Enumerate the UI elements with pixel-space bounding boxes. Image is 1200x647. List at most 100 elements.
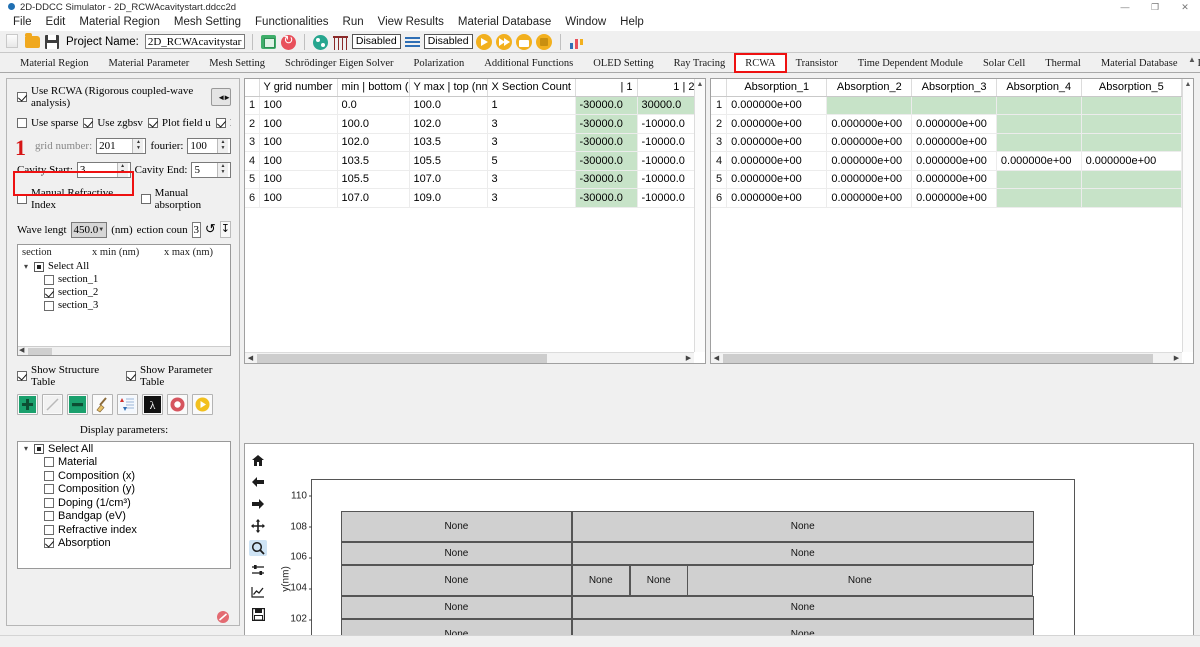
- menu-mesh-setting[interactable]: Mesh Setting: [167, 14, 248, 31]
- cell-bound-1-2[interactable]: -10000.0: [637, 151, 694, 171]
- cell-absorption-2[interactable]: 0.000000e+00: [826, 188, 913, 208]
- section-1-checkbox[interactable]: [44, 274, 54, 285]
- menu-run[interactable]: Run: [336, 14, 371, 31]
- tab-material-region[interactable]: Material Region: [10, 54, 99, 72]
- cell-absorption-4[interactable]: [996, 96, 1082, 115]
- scroll-right-icon[interactable]: ▶: [1171, 353, 1182, 364]
- table-row[interactable]: 1 0.000000e+00: [711, 96, 1182, 115]
- run-play-icon[interactable]: [192, 394, 213, 415]
- close-button[interactable]: ✕: [1170, 0, 1200, 14]
- cell-bound-1-2[interactable]: -10000.0: [637, 133, 694, 152]
- table-row[interactable]: 2 0.000000e+00 0.000000e+00 0.000000e+00: [711, 114, 1182, 134]
- cell-y-max-top[interactable]: 103.5: [409, 133, 488, 152]
- cell-absorption-2[interactable]: 0.000000e+00: [826, 114, 913, 134]
- region-cell[interactable]: None: [340, 511, 572, 542]
- edit-axis-curve-icon[interactable]: [249, 584, 267, 600]
- manual-absorption-checkbox[interactable]: [140, 194, 151, 204]
- new-document-icon[interactable]: [4, 33, 21, 50]
- cell-absorption-2[interactable]: 0.000000e+00: [826, 170, 913, 189]
- doping-checkbox[interactable]: [44, 497, 54, 508]
- cell-min-bottom[interactable]: 107.0: [337, 188, 410, 208]
- tab-polarization[interactable]: Polarization: [403, 54, 474, 72]
- cell-min-bottom[interactable]: 105.5: [337, 170, 410, 189]
- cell-x-section-count[interactable]: 3: [487, 170, 576, 189]
- cell-absorption-3[interactable]: 0.000000e+00: [911, 151, 997, 171]
- table-row[interactable]: 1 100 0.0 100.0 1 -30000.0 30000.0: [245, 96, 694, 115]
- show-parameter-table-row[interactable]: Show Parameter Table: [126, 364, 231, 388]
- absorption-table-vscrollbar[interactable]: ▲: [1182, 79, 1193, 352]
- manual-refractive-index-checkbox[interactable]: [17, 194, 27, 204]
- tab-ray-tracing[interactable]: Ray Tracing: [664, 54, 736, 72]
- tab-transistor[interactable]: Transistor: [786, 54, 848, 72]
- table-row[interactable]: 4 0.000000e+00 0.000000e+00 0.000000e+00…: [711, 151, 1182, 171]
- cell-x-section-count[interactable]: 3: [487, 114, 576, 134]
- scrollbar-thumb[interactable]: [28, 348, 52, 355]
- menu-material-database[interactable]: Material Database: [451, 14, 558, 31]
- minimize-button[interactable]: —: [1110, 0, 1140, 14]
- cell-absorption-3[interactable]: [911, 96, 997, 115]
- cell-bound-1-2[interactable]: -10000.0: [637, 114, 694, 134]
- col-x-section-count[interactable]: X Section Count: [487, 79, 576, 97]
- sort-updown-icon[interactable]: [117, 394, 138, 415]
- plot-field-d-checkbox[interactable]: [215, 118, 226, 128]
- display-parameters-tree[interactable]: ▾ Select All Material Composition (x) Co…: [17, 441, 231, 569]
- cell-y-grid-number[interactable]: 100: [259, 170, 338, 189]
- table-row[interactable]: 6 0.000000e+00 0.000000e+00 0.000000e+00: [711, 188, 1182, 208]
- cell-min-bottom[interactable]: 0.0: [337, 96, 410, 115]
- absorption-table-hscrollbar[interactable]: ◀ ▶: [711, 352, 1182, 363]
- show-parameter-table-checkbox[interactable]: [126, 371, 137, 381]
- cell-bound-1[interactable]: -30000.0: [575, 151, 638, 171]
- lines-status-disabled[interactable]: Disabled: [423, 34, 473, 49]
- tab-rcwa[interactable]: RCWA: [734, 53, 787, 73]
- col-absorption-4[interactable]: Absorption_4: [996, 79, 1082, 97]
- structure-table-hscrollbar[interactable]: ◀ ▶: [245, 352, 694, 363]
- cell-absorption-1[interactable]: 0.000000e+00: [726, 188, 828, 208]
- col-absorption-1[interactable]: Absorption_1: [726, 79, 828, 97]
- cell-absorption-4[interactable]: 0.000000e+00: [996, 151, 1082, 171]
- cell-absorption-5[interactable]: [1081, 96, 1182, 115]
- cell-y-grid-number[interactable]: 100: [259, 151, 338, 171]
- region-cell[interactable]: None: [340, 596, 572, 620]
- region-cell[interactable]: None: [340, 565, 572, 597]
- save-figure-icon[interactable]: [249, 606, 267, 622]
- display-item-material[interactable]: Material: [18, 456, 230, 470]
- display-item-bandgap[interactable]: Bandgap (eV): [18, 510, 230, 524]
- scroll-left-icon[interactable]: ◀: [19, 346, 24, 354]
- cell-y-grid-number[interactable]: 100: [259, 114, 338, 134]
- cavity-start-spinner[interactable]: ▲ ▼: [116, 163, 128, 177]
- scroll-left-icon[interactable]: ◀: [245, 353, 256, 364]
- cavity-end-input[interactable]: 5 ▲ ▼: [191, 162, 231, 178]
- stop-red-icon[interactable]: [167, 394, 188, 415]
- cell-absorption-1[interactable]: 0.000000e+00: [726, 114, 828, 134]
- display-item-composition-y[interactable]: Composition (y): [18, 483, 230, 497]
- grid-number-input[interactable]: 201 ▲ ▼: [96, 138, 147, 154]
- cell-absorption-4[interactable]: [996, 188, 1082, 208]
- tab-time-dependent-module[interactable]: Time Dependent Module: [848, 54, 973, 72]
- resize-arrows-icon[interactable]: [211, 88, 234, 106]
- tab-scroll-up-icon[interactable]: ▲: [1186, 55, 1198, 64]
- cell-y-max-top[interactable]: 102.0: [409, 114, 488, 134]
- cell-bound-1[interactable]: -30000.0: [575, 170, 638, 189]
- composition-x-checkbox[interactable]: [44, 470, 54, 481]
- tab-schrodinger-eigen-solver[interactable]: Schrödinger Eigen Solver: [275, 54, 403, 72]
- clear-broom-icon[interactable]: [92, 394, 113, 415]
- section-tree-hscrollbar[interactable]: ◀: [18, 346, 230, 355]
- col-y-max-top[interactable]: Y max | top (nm): [409, 79, 488, 97]
- cell-absorption-5[interactable]: 0.000000e+00: [1081, 151, 1182, 171]
- plot-field-u-checkbox-row[interactable]: Plot field u: [147, 117, 211, 129]
- table-row[interactable]: 5 100 105.5 107.0 3 -30000.0 -10000.0: [245, 170, 694, 189]
- cell-absorption-2[interactable]: [826, 96, 913, 115]
- table-row[interactable]: 5 0.000000e+00 0.000000e+00 0.000000e+00: [711, 170, 1182, 189]
- select-all-checkbox[interactable]: [34, 261, 44, 272]
- cell-y-max-top[interactable]: 105.5: [409, 151, 488, 171]
- cell-bound-1-2[interactable]: -10000.0: [637, 170, 694, 189]
- cell-bound-1-2[interactable]: 30000.0: [637, 96, 694, 115]
- cell-absorption-3[interactable]: 0.000000e+00: [911, 170, 997, 189]
- plot-chart-icon[interactable]: [568, 33, 585, 50]
- section-count-input[interactable]: 3: [191, 221, 201, 238]
- col-absorption-2[interactable]: Absorption_2: [826, 79, 913, 97]
- cavity-start-input[interactable]: 3 ▲ ▼: [76, 162, 131, 178]
- cell-absorption-5[interactable]: [1081, 133, 1182, 152]
- mesh-node-icon[interactable]: [312, 33, 329, 50]
- cell-bound-1-2[interactable]: -10000.0: [637, 188, 694, 208]
